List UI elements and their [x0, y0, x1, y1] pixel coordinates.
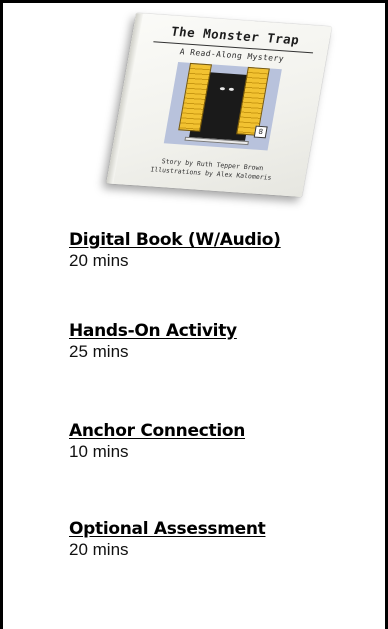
book-cover-image[interactable]: The Monster Trap A Read-Along Mystery 8 … [61, 13, 341, 207]
list-item-optional-assessment: Optional Assessment 20 mins [69, 518, 369, 560]
list-item-anchor-connection: Anchor Connection 10 mins [69, 420, 369, 462]
book-cover: The Monster Trap A Read-Along Mystery 8 … [106, 13, 332, 197]
hands-on-activity-link[interactable]: Hands-On Activity [69, 320, 237, 342]
digital-book-link[interactable]: Digital Book (W/Audio) [69, 229, 281, 251]
list-item-hands-on-activity: Hands-On Activity 25 mins [69, 320, 369, 362]
optional-assessment-duration: 20 mins [69, 540, 129, 559]
list-item-digital-book: Digital Book (W/Audio) 20 mins [69, 229, 369, 271]
anchor-connection-link[interactable]: Anchor Connection [69, 420, 245, 442]
book-number-badge: 8 [253, 125, 268, 139]
monster-eyes-icon [219, 87, 234, 92]
optional-assessment-link[interactable]: Optional Assessment [69, 518, 266, 540]
activity-panel: The Monster Trap A Read-Along Mystery 8 … [0, 0, 388, 629]
book-subtitle: A Read-Along Mystery [178, 47, 285, 64]
digital-book-duration: 20 mins [69, 251, 129, 270]
anchor-connection-duration: 10 mins [69, 442, 129, 461]
book-illustration: 8 [163, 62, 282, 151]
book-title: The Monster Trap [169, 23, 301, 48]
hands-on-activity-duration: 25 mins [69, 342, 129, 361]
